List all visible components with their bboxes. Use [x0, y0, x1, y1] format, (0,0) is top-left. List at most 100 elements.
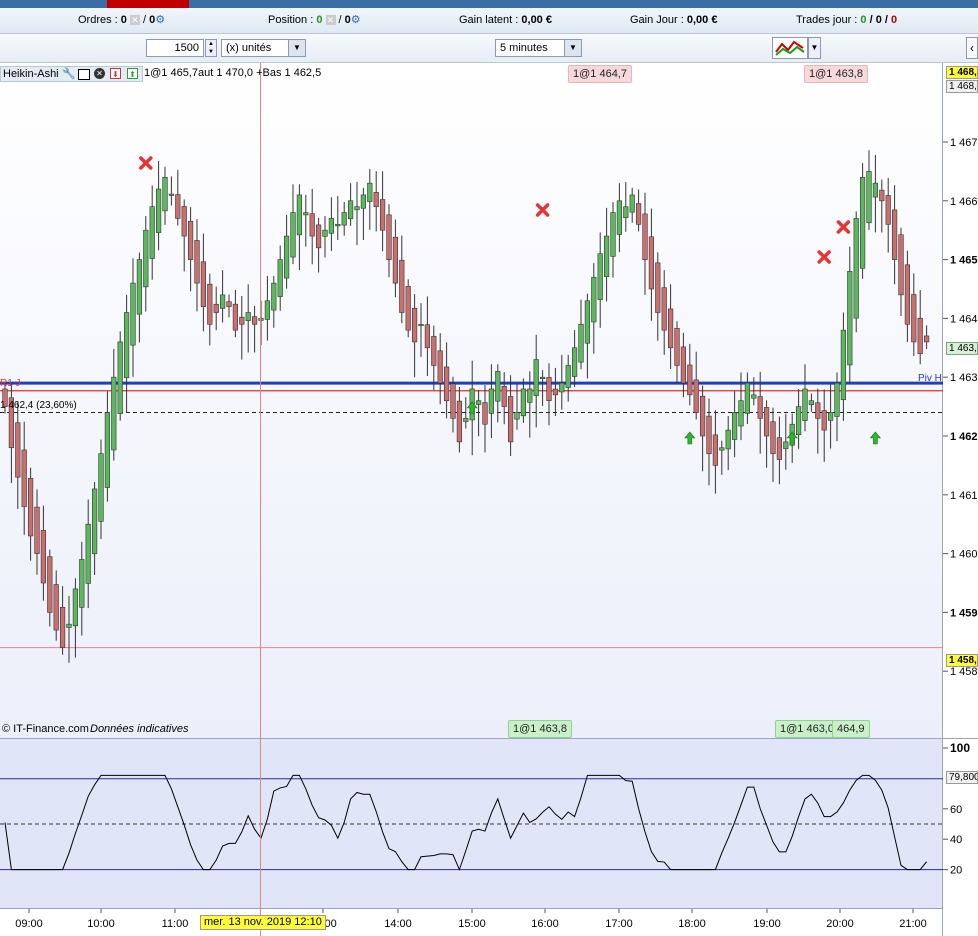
candle-body: [379, 199, 386, 231]
time-tick-label: 14:00: [384, 918, 412, 930]
candle-body: [392, 236, 399, 284]
candle-body: [322, 229, 328, 237]
candle-body: [827, 412, 834, 421]
gear-icon[interactable]: ⚙: [351, 15, 361, 26]
quantity-stepper[interactable]: ▲ ▼: [205, 39, 217, 57]
price-tick-label: 1 465: [950, 255, 978, 267]
candle-body: [520, 388, 526, 417]
candle-body: [495, 371, 501, 402]
candle-body: [2, 388, 8, 407]
units-select[interactable]: (x) unités ▼: [221, 39, 306, 57]
rsi-tick-label: 100: [950, 741, 970, 755]
candle-body: [552, 388, 558, 396]
candle-body: [405, 286, 411, 331]
candle-body: [367, 182, 373, 202]
rsi-axis-bg: [943, 739, 978, 909]
candle-body: [315, 224, 322, 249]
candle-body: [751, 394, 757, 399]
candle-body: [335, 224, 341, 227]
candle-body: [584, 300, 590, 344]
candle-body: [181, 206, 187, 237]
time-tick-label: 10:00: [87, 918, 115, 930]
candle-body: [661, 287, 667, 331]
candle-body: [783, 441, 789, 449]
candle-body: [8, 397, 15, 449]
candle-body: [188, 220, 194, 260]
candle-body: [136, 259, 143, 315]
candle-body: [719, 447, 725, 451]
price-tick-label: 1 460: [950, 549, 978, 561]
ordres-group[interactable]: Ordres : 0 ✕ / 0⚙: [78, 14, 165, 26]
candle-body: [840, 329, 846, 401]
chart-area[interactable]: 1 467 1 466 1 465 1 464 1 463 1 462 1 461 1 460…: [0, 63, 978, 936]
candle-body: [162, 176, 168, 212]
price-tick-label: 1 461: [950, 490, 978, 502]
close-orders-icon[interactable]: ✕: [129, 15, 140, 26]
candle-body: [40, 530, 46, 584]
quantity-input[interactable]: 1500: [146, 39, 204, 57]
candle-body: [354, 206, 360, 211]
candle-body: [655, 262, 661, 313]
candle-body: [706, 415, 712, 454]
candle-body: [328, 218, 335, 234]
account-status-bar: Ordres : 0 ✕ / 0⚙ Position : 0 ✕ / 0⚙ Ga…: [0, 8, 978, 34]
candle-body: [879, 189, 885, 202]
candle-body: [130, 282, 136, 346]
candle-body: [770, 421, 776, 454]
time-tick-label: 12:00: [309, 918, 337, 930]
chart-type-button[interactable]: [772, 37, 808, 59]
time-tick-label: 20:00: [826, 918, 854, 930]
candle-body: [802, 388, 808, 421]
candle-body: [53, 584, 59, 631]
candle-body: [866, 171, 872, 224]
price-tick-label: 1 467: [950, 137, 978, 149]
candle-body: [424, 324, 431, 349]
candle-body: [232, 303, 239, 331]
price-tick-label: 1 466: [950, 196, 978, 208]
candle-body: [341, 212, 347, 226]
candle-body: [431, 335, 437, 366]
rsi-tick-label: 40: [950, 834, 962, 846]
candle-body: [450, 383, 456, 419]
candle-body: [194, 240, 200, 284]
gain-jour: Gain Jour : 0,00 €: [630, 14, 718, 26]
candle-body: [418, 323, 424, 327]
candle-body: [303, 212, 309, 216]
candle-body: [264, 300, 271, 320]
timeframe-select[interactable]: 5 minutes ▼: [495, 39, 582, 57]
chart-type-icon: [775, 40, 805, 56]
candle-body: [776, 437, 782, 460]
gear-icon[interactable]: ⚙: [155, 15, 165, 26]
price-tick-label: 1 463: [950, 372, 978, 384]
candle-body: [795, 406, 802, 436]
candle-body: [539, 376, 546, 380]
candle-body: [731, 412, 738, 440]
close-position-icon[interactable]: ✕: [325, 15, 336, 26]
window-titlebar: [0, 0, 978, 8]
price-tick-label: 1 459: [950, 607, 978, 619]
candle-body: [911, 294, 917, 343]
candle-body: [175, 194, 181, 219]
candle-body: [699, 395, 706, 437]
candle-body: [72, 588, 78, 627]
candle-body: [648, 236, 654, 290]
candle-body: [271, 282, 277, 311]
candle-body: [252, 316, 258, 325]
candle-body: [898, 234, 904, 296]
chevron-down-icon: ▼: [564, 40, 581, 56]
candle-body: [27, 477, 34, 537]
candle-body: [277, 259, 283, 297]
collapse-panel-button[interactable]: ‹: [966, 37, 978, 59]
candle-body: [309, 213, 315, 237]
candle-body: [725, 429, 731, 450]
position-group[interactable]: Position : 0 ✕ / 0⚙: [268, 14, 361, 26]
time-tick-label: 15:00: [458, 918, 486, 930]
candle-body: [853, 218, 859, 319]
candle-body: [111, 376, 117, 451]
candle-body: [603, 235, 610, 277]
candle-body: [507, 396, 514, 443]
chart-type-dropdown[interactable]: ▼: [808, 37, 821, 59]
candle-body: [34, 506, 40, 554]
candle-body: [245, 312, 251, 322]
candle-body: [533, 359, 539, 396]
